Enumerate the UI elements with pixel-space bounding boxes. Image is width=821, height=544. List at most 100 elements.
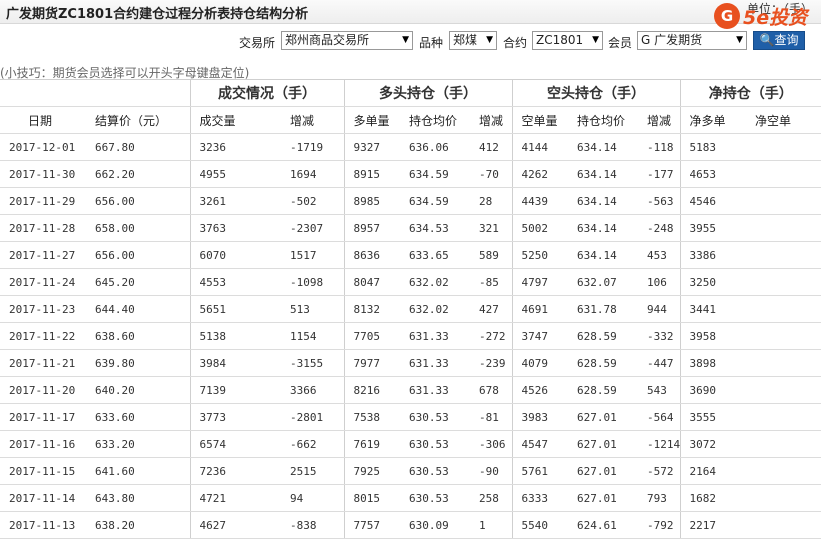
cell-short: 4797 bbox=[511, 268, 568, 296]
cell-volume: 4721 bbox=[189, 484, 274, 512]
member-select-value: G 广发期货 bbox=[641, 33, 703, 47]
cell-settle: 638.20 bbox=[86, 511, 190, 539]
cell-net-short bbox=[746, 403, 821, 431]
table-row: 2017-11-21 639.80 3984 -3155 7977 631.33 -239 4… bbox=[0, 349, 821, 377]
variety-select-value: 郑煤 bbox=[453, 33, 478, 47]
cell-net-long: 4546 bbox=[679, 187, 746, 215]
cell-short-change: -332 bbox=[638, 322, 680, 350]
col-header-net-long: 净多单 bbox=[679, 106, 746, 134]
cell-short-avg: 631.78 bbox=[568, 295, 638, 323]
cell-short-avg: 634.14 bbox=[568, 187, 638, 215]
column-header-row: 日期 结算价（元） 成交量 增减 多单量 持仓均价 增减 空单量 持仓均价 增减… bbox=[0, 106, 821, 134]
cell-long: 8957 bbox=[343, 214, 400, 242]
cell-volume-change: -3155 bbox=[274, 349, 344, 377]
group-header-row: 成交情况（手） 多头持仓（手） 空头持仓（手） 净持仓（手） bbox=[0, 79, 821, 107]
cell-short: 4144 bbox=[511, 133, 568, 161]
group-header-blank bbox=[0, 79, 190, 107]
cell-net-long: 3898 bbox=[679, 349, 746, 377]
col-header-long-avg: 持仓均价 bbox=[400, 106, 470, 134]
cell-long-avg: 631.33 bbox=[400, 376, 470, 404]
cell-long: 8985 bbox=[343, 187, 400, 215]
cell-net-long: 2217 bbox=[679, 511, 746, 539]
cell-short: 4262 bbox=[511, 160, 568, 188]
cell-volume: 3261 bbox=[189, 187, 274, 215]
cell-volume: 4627 bbox=[189, 511, 274, 539]
table-row: 2017-11-29 656.00 3261 -502 8985 634.59 28 4439… bbox=[0, 187, 821, 215]
cell-net-long: 4653 bbox=[679, 160, 746, 188]
cell-volume: 4955 bbox=[189, 160, 274, 188]
cell-short: 5761 bbox=[511, 457, 568, 485]
cell-volume-change: -2801 bbox=[274, 403, 344, 431]
cell-short: 4547 bbox=[511, 430, 568, 458]
table-row: 2017-11-17 633.60 3773 -2801 7538 630.53 -81 39… bbox=[0, 403, 821, 431]
cell-volume-change: -502 bbox=[274, 187, 344, 215]
cell-long: 8047 bbox=[343, 268, 400, 296]
site-logo[interactable]: G 5e投资 bbox=[714, 3, 818, 33]
cell-settle: 638.60 bbox=[86, 322, 190, 350]
cell-short-change: -177 bbox=[638, 160, 680, 188]
table-body: 2017-12-01 667.80 3236 -1719 9327 636.06 412 41… bbox=[0, 133, 821, 539]
cell-volume-change: -1719 bbox=[274, 133, 344, 161]
col-header-short-avg: 持仓均价 bbox=[568, 106, 638, 134]
cell-long-avg: 636.06 bbox=[400, 133, 470, 161]
chevron-down-icon: ▼ bbox=[736, 35, 743, 45]
cell-short-change: -248 bbox=[638, 214, 680, 242]
cell-settle: 656.00 bbox=[86, 187, 190, 215]
cell-net-short bbox=[746, 349, 821, 377]
cell-long-avg: 634.59 bbox=[400, 160, 470, 188]
cell-date: 2017-12-01 bbox=[0, 133, 86, 161]
cell-long-avg: 634.53 bbox=[400, 214, 470, 242]
table-row: 2017-11-16 633.20 6574 -662 7619 630.53 -306 45… bbox=[0, 430, 821, 458]
query-button-label: 查询 bbox=[774, 33, 799, 47]
cell-long-change: -90 bbox=[470, 457, 512, 485]
logo-icon: G bbox=[714, 3, 740, 29]
cell-volume: 4553 bbox=[189, 268, 274, 296]
cell-short-change: -447 bbox=[638, 349, 680, 377]
cell-short: 3983 bbox=[511, 403, 568, 431]
cell-date: 2017-11-24 bbox=[0, 268, 86, 296]
cell-short-change: 543 bbox=[638, 376, 680, 404]
member-select[interactable]: G 广发期货 ▼ bbox=[637, 31, 747, 50]
contract-select[interactable]: ZC1801 ▼ bbox=[532, 31, 603, 50]
cell-short-avg: 632.07 bbox=[568, 268, 638, 296]
cell-short: 5250 bbox=[511, 241, 568, 269]
cell-short-change: 106 bbox=[638, 268, 680, 296]
table-row: 2017-11-14 643.80 4721 94 8015 630.53 258 6333 6… bbox=[0, 484, 821, 512]
cell-volume-change: 1154 bbox=[274, 322, 344, 350]
cell-settle: 667.80 bbox=[86, 133, 190, 161]
page-title: 广发期货ZC1801合约建仓过程分析表持仓结构分析 bbox=[6, 7, 309, 22]
cell-settle: 662.20 bbox=[86, 160, 190, 188]
chevron-down-icon: ▼ bbox=[486, 35, 493, 45]
exchange-select[interactable]: 郑州商品交易所 ▼ bbox=[281, 31, 413, 50]
cell-long-change: 258 bbox=[470, 484, 512, 512]
cell-net-long: 3250 bbox=[679, 268, 746, 296]
cell-short-avg: 634.14 bbox=[568, 160, 638, 188]
cell-net-long: 1682 bbox=[679, 484, 746, 512]
cell-short-avg: 634.14 bbox=[568, 133, 638, 161]
table-row: 2017-12-01 667.80 3236 -1719 9327 636.06 412 41… bbox=[0, 133, 821, 161]
cell-long-change: 28 bbox=[470, 187, 512, 215]
cell-settle: 639.80 bbox=[86, 349, 190, 377]
cell-volume: 5138 bbox=[189, 322, 274, 350]
cell-short: 5002 bbox=[511, 214, 568, 242]
search-icon: 🔍 bbox=[759, 33, 775, 47]
cell-volume: 7236 bbox=[189, 457, 274, 485]
cell-net-long: 3072 bbox=[679, 430, 746, 458]
cell-long-avg: 631.33 bbox=[400, 322, 470, 350]
logo-text: 5e投资 bbox=[743, 7, 808, 29]
cell-settle: 640.20 bbox=[86, 376, 190, 404]
query-button[interactable]: 🔍查询 bbox=[753, 31, 805, 50]
exchange-label: 交易所 bbox=[239, 36, 276, 50]
col-header-short-change: 增减 bbox=[638, 106, 680, 134]
variety-select[interactable]: 郑煤 ▼ bbox=[449, 31, 497, 50]
cell-volume: 3773 bbox=[189, 403, 274, 431]
cell-long-change: 589 bbox=[470, 241, 512, 269]
cell-long: 7757 bbox=[343, 511, 400, 539]
table-row: 2017-11-13 638.20 4627 -838 7757 630.09 1 5540 6… bbox=[0, 511, 821, 539]
cell-long: 8216 bbox=[343, 376, 400, 404]
cell-long-change: 321 bbox=[470, 214, 512, 242]
cell-net-short bbox=[746, 376, 821, 404]
cell-settle: 644.40 bbox=[86, 295, 190, 323]
cell-volume-change: -2307 bbox=[274, 214, 344, 242]
cell-long-avg: 630.53 bbox=[400, 484, 470, 512]
